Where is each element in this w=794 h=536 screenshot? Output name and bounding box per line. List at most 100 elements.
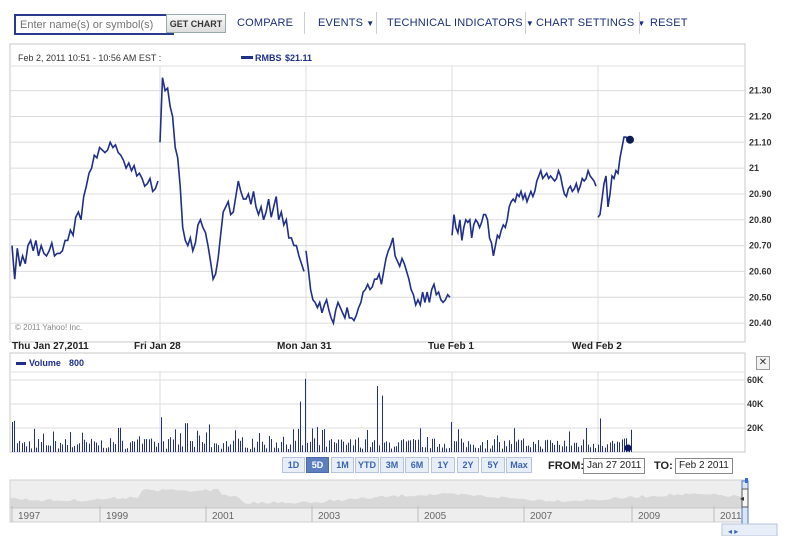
volume-bar	[389, 442, 390, 452]
volume-bar	[72, 447, 73, 452]
volume-bar	[276, 442, 277, 452]
y-tick-label: 20.50	[749, 292, 772, 302]
volume-bar	[41, 442, 42, 452]
volume-bar	[264, 444, 265, 452]
volume-bar	[326, 446, 327, 452]
volume-bar	[242, 437, 243, 452]
volume-bar	[602, 446, 603, 452]
volume-bar	[504, 440, 505, 452]
volume-bar	[449, 447, 450, 452]
volume-bar	[230, 444, 231, 452]
y-tick-label: 20.90	[749, 189, 772, 199]
volume-bar	[53, 431, 54, 452]
grip-arrows-icon: ◂	[740, 494, 744, 503]
volume-bar	[48, 445, 49, 452]
timeline-navigator[interactable]: 1997 1999 2001 2003 2005 2007 2009 2011 ◂	[9, 478, 749, 525]
volume-bar	[487, 439, 488, 452]
volume-bar	[420, 428, 421, 452]
volume-bar	[300, 401, 301, 452]
volume-bar	[125, 448, 126, 452]
volume-bar	[274, 447, 275, 452]
volume-bar	[456, 441, 457, 452]
volume-bar	[475, 447, 476, 452]
volume-bar	[569, 431, 570, 452]
volume-bar	[463, 442, 464, 452]
volume-bar	[571, 445, 572, 452]
range-button-1m[interactable]: 1M	[331, 457, 354, 473]
range-button-2y[interactable]: 2Y	[457, 457, 479, 473]
volume-bar	[14, 420, 15, 452]
volume-bar	[55, 441, 56, 452]
volume-label: Volume	[29, 358, 61, 368]
volume-bar	[235, 430, 236, 452]
volume-bar	[146, 439, 147, 452]
y-tick-label: 21.10	[749, 137, 772, 147]
volume-bar	[415, 440, 416, 452]
volume-bar	[317, 427, 318, 452]
volume-bar	[446, 448, 447, 452]
volume-bar	[223, 443, 224, 452]
volume-bar	[494, 439, 495, 452]
volume-bar	[74, 445, 75, 452]
close-volume-icon[interactable]: ✕	[756, 356, 770, 370]
range-button-5d[interactable]: 5D	[306, 457, 329, 473]
volume-bar	[238, 438, 239, 452]
volume-tick-label: 60K	[747, 375, 764, 385]
volume-bar	[516, 441, 517, 452]
volume-bar	[118, 428, 119, 452]
range-button-3m[interactable]: 3M	[380, 457, 404, 473]
range-button-1d[interactable]: 1D	[282, 457, 305, 473]
volume-bar	[514, 428, 515, 452]
range-button-6m[interactable]: 6M	[405, 457, 429, 473]
volume-bar	[550, 440, 551, 452]
volume-bar	[482, 442, 483, 452]
volume-bar	[394, 446, 395, 452]
volume-bar	[67, 445, 68, 452]
volume-bar	[271, 439, 272, 452]
x-tick-label: Mon Jan 31	[277, 341, 332, 352]
volume-bar	[562, 446, 563, 452]
y-tick-label: 21.20	[749, 111, 772, 121]
volume-bar	[43, 433, 44, 452]
volume-bar	[614, 443, 615, 452]
range-button-ytd[interactable]: YTD	[355, 457, 379, 473]
volume-bar	[322, 429, 323, 452]
volume-bar	[581, 445, 582, 452]
volume-bar	[406, 441, 407, 452]
volume-bar	[557, 440, 558, 452]
volume-bar	[254, 447, 255, 452]
range-button-1y[interactable]: 1Y	[431, 457, 455, 473]
volume-bar	[384, 442, 385, 452]
timeline-year-label: 2005	[424, 511, 447, 522]
volume-bar	[199, 435, 200, 452]
volume-bar	[413, 439, 414, 452]
volume-bar	[89, 443, 90, 452]
volume-bar	[403, 439, 404, 452]
volume-bar	[122, 440, 123, 452]
volume-bar	[58, 448, 59, 452]
volume-bar	[156, 446, 157, 452]
volume-value: 800	[69, 358, 84, 368]
volume-bar	[617, 441, 618, 452]
volume-bar	[106, 448, 107, 452]
to-date-input[interactable]: Feb 2 2011	[675, 458, 733, 474]
volume-bar	[120, 427, 121, 452]
volume-bar	[466, 447, 467, 452]
volume-bar	[26, 446, 27, 452]
volume-bar	[173, 439, 174, 452]
volume-bar	[360, 447, 361, 452]
range-button-5y[interactable]: 5Y	[481, 457, 505, 473]
volume-bar	[346, 444, 347, 452]
volume-bar	[439, 443, 440, 452]
volume-bar	[542, 448, 543, 452]
volume-bar	[509, 440, 510, 452]
volume-bar	[36, 447, 37, 452]
from-date-input[interactable]: Jan 27 2011	[583, 458, 646, 474]
volume-bar	[166, 448, 167, 452]
volume-bar	[132, 440, 133, 452]
volume-bar	[492, 445, 493, 452]
volume-bar	[194, 446, 195, 452]
volume-bar	[329, 440, 330, 452]
volume-bar	[82, 432, 83, 452]
range-button-max[interactable]: Max	[506, 457, 532, 473]
